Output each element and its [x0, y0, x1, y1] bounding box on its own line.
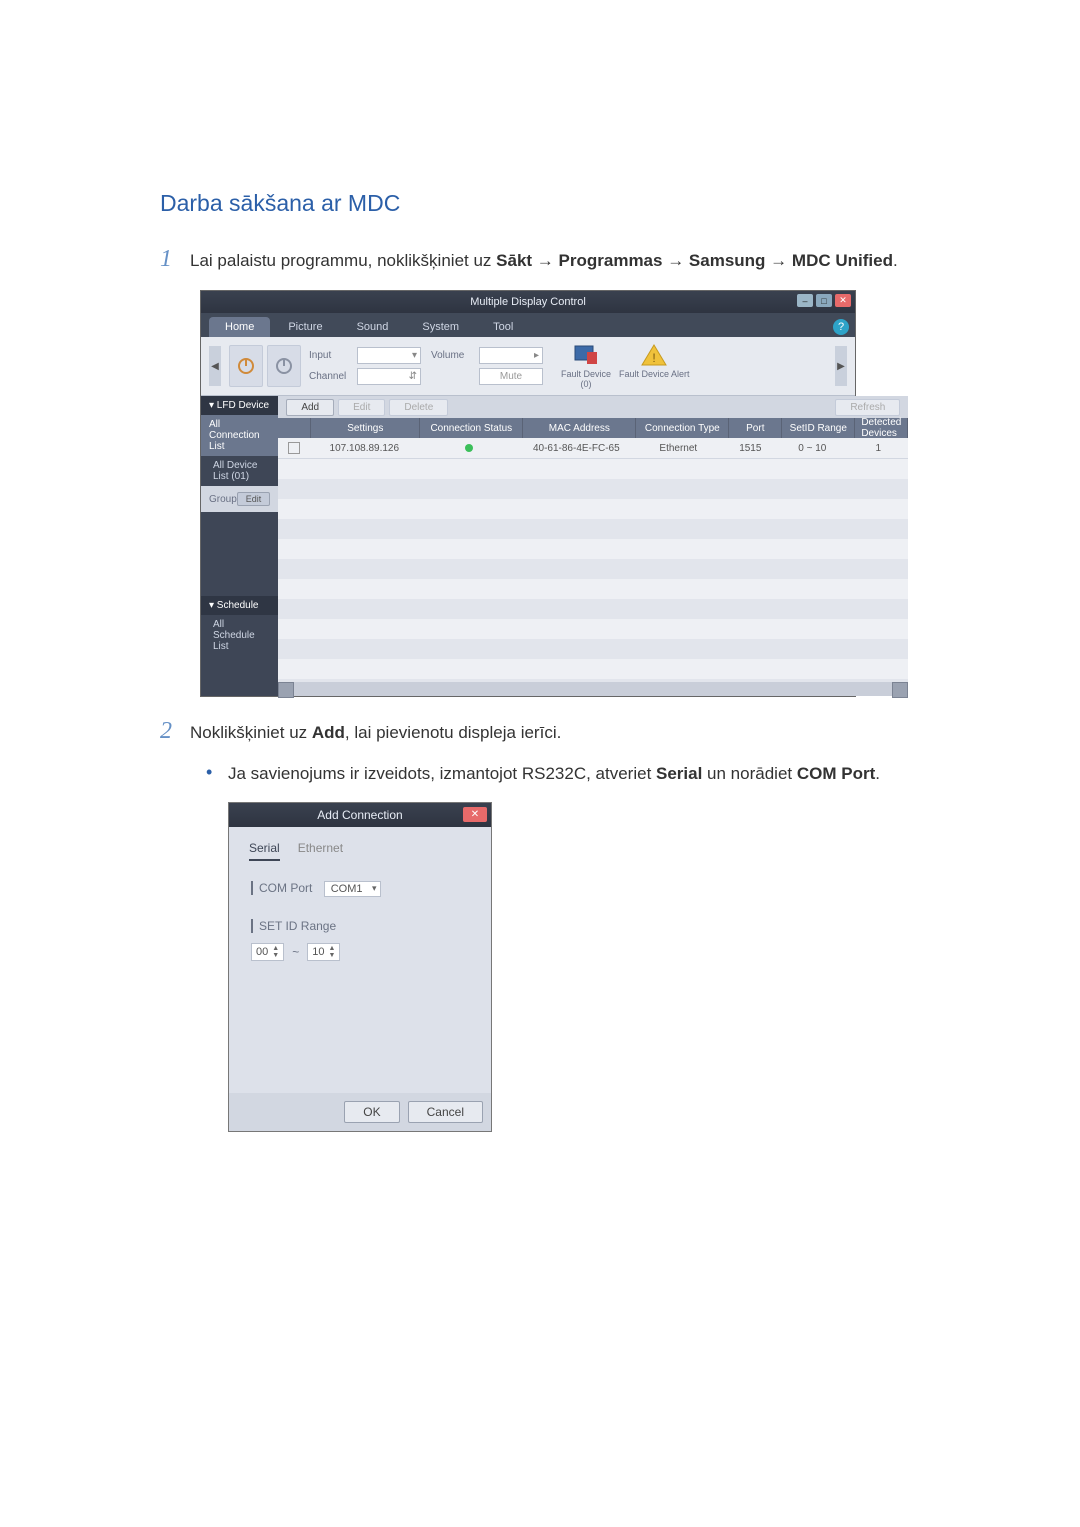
- empty-rows: [278, 459, 908, 682]
- channel-field[interactable]: ⇵: [357, 368, 421, 385]
- main-menu: Home Picture Sound System Tool: [201, 313, 855, 337]
- power-on-icon[interactable]: [229, 345, 263, 387]
- dialog-titlebar: Add Connection ✕: [229, 803, 491, 827]
- step-1-text: Lai palaistu programmu, noklikšķiniet uz…: [190, 247, 920, 274]
- ok-button[interactable]: OK: [344, 1101, 399, 1123]
- step-number-2: 2: [160, 719, 190, 743]
- range-from-spinner[interactable]: 00▲▼: [251, 943, 284, 961]
- tab-serial[interactable]: Serial: [249, 841, 280, 861]
- sidebar-schedule-header[interactable]: ▾ Schedule: [201, 596, 278, 615]
- maximize-button[interactable]: □: [816, 294, 832, 307]
- menu-home[interactable]: Home: [209, 317, 270, 337]
- fault-alert-icon[interactable]: ! Fault Device Alert: [619, 343, 690, 389]
- sidebar-all-connection[interactable]: All Connection List: [201, 415, 278, 456]
- th-status: Connection Status: [420, 418, 523, 438]
- close-button[interactable]: ✕: [835, 294, 851, 307]
- menu-system[interactable]: System: [406, 317, 475, 337]
- menu-sound[interactable]: Sound: [341, 317, 405, 337]
- nav-left-icon[interactable]: ◀: [209, 346, 221, 386]
- scroll-right-button[interactable]: [892, 682, 908, 698]
- add-connection-dialog: Add Connection ✕ Serial Ethernet COM Por…: [228, 802, 492, 1132]
- status-dot-icon: [465, 444, 473, 452]
- sidebar-schedule-list[interactable]: All Schedule List: [201, 615, 278, 656]
- cell-detected: 1: [848, 438, 908, 458]
- volume-field[interactable]: ▸: [479, 347, 543, 364]
- menu-picture[interactable]: Picture: [272, 317, 338, 337]
- mute-button[interactable]: Mute: [479, 368, 543, 385]
- sidebar-lfd-header[interactable]: ▾ LFD Device: [201, 396, 278, 415]
- sidebar-device-list[interactable]: All Device List (01): [201, 456, 278, 486]
- setid-range-label: SET ID Range: [251, 919, 336, 933]
- range-to-spinner[interactable]: 10▲▼: [307, 943, 340, 961]
- group-edit-button[interactable]: Edit: [237, 492, 271, 506]
- dialog-close-button[interactable]: ✕: [463, 807, 487, 822]
- step-number-1: 1: [160, 247, 190, 271]
- horizontal-scrollbar[interactable]: [278, 682, 908, 696]
- input-label: Input: [309, 350, 353, 361]
- bullet-text: Ja savienojums ir izveidots, izmantojot …: [228, 760, 880, 787]
- cell-ip: 107.108.89.126: [310, 438, 418, 458]
- bullet-icon: •: [206, 760, 228, 785]
- add-button[interactable]: Add: [286, 399, 334, 416]
- delete-button[interactable]: Delete: [389, 399, 448, 416]
- volume-label: Volume: [431, 350, 475, 361]
- comport-label: COM Port: [251, 881, 312, 895]
- th-detected: Detected Devices: [855, 418, 908, 438]
- th-type: Connection Type: [636, 418, 729, 438]
- table-row[interactable]: 107.108.89.126 40-61-86-4E-FC-65 Etherne…: [278, 438, 908, 459]
- tilde: ~: [292, 945, 299, 959]
- minimize-button[interactable]: ‒: [797, 294, 813, 307]
- mdc-window: Multiple Display Control ‒ □ ✕ ? Home Pi…: [200, 290, 856, 697]
- window-titlebar: Multiple Display Control ‒ □ ✕: [201, 291, 855, 313]
- cell-mac: 40-61-86-4E-FC-65: [520, 438, 632, 458]
- th-settings: Settings: [311, 418, 420, 438]
- refresh-button[interactable]: Refresh: [835, 399, 900, 416]
- scroll-left-button[interactable]: [278, 682, 294, 698]
- cell-port: 1515: [724, 438, 776, 458]
- power-off-icon[interactable]: [267, 345, 301, 387]
- table-header: Settings Connection Status MAC Address C…: [278, 418, 908, 438]
- th-range: SetID Range: [782, 418, 855, 438]
- channel-label: Channel: [309, 371, 353, 382]
- nav-right-icon[interactable]: ▶: [835, 346, 847, 386]
- fault-device-icon[interactable]: Fault Device(0): [561, 343, 611, 389]
- input-field[interactable]: ▾: [357, 347, 421, 364]
- page-heading: Darba sākšana ar MDC: [160, 190, 920, 217]
- cell-range: 0 ~ 10: [776, 438, 848, 458]
- edit-button[interactable]: Edit: [338, 399, 385, 416]
- row-checkbox[interactable]: [288, 442, 300, 454]
- svg-text:!: !: [653, 351, 656, 365]
- cancel-button[interactable]: Cancel: [408, 1101, 483, 1123]
- step-2-text: Noklikšķiniet uz Add, lai pievienotu dis…: [190, 719, 920, 746]
- cell-type: Ethernet: [632, 438, 724, 458]
- th-mac: MAC Address: [523, 418, 636, 438]
- sidebar-group-label: Group: [209, 494, 237, 505]
- menu-tool[interactable]: Tool: [477, 317, 529, 337]
- th-port: Port: [729, 418, 782, 438]
- tab-ethernet[interactable]: Ethernet: [298, 841, 343, 861]
- comport-dropdown[interactable]: COM1: [324, 881, 382, 897]
